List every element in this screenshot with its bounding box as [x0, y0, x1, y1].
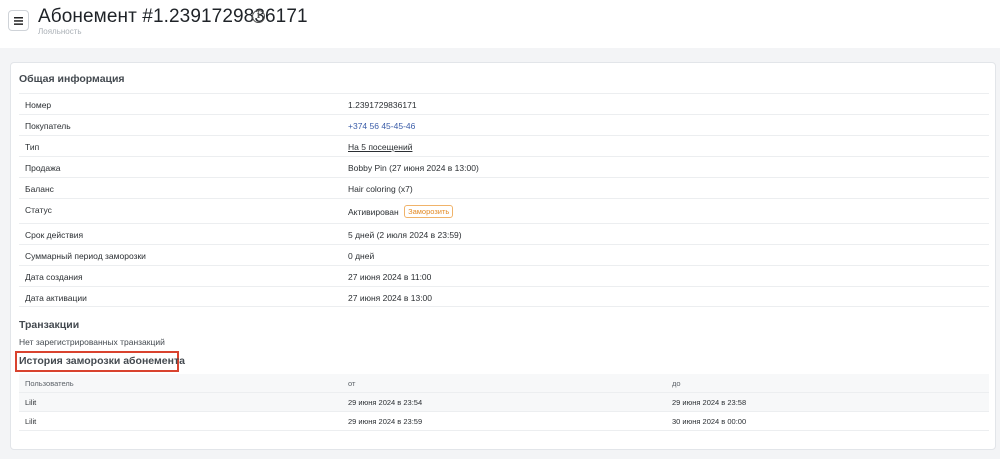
- hamburger-icon: [14, 16, 23, 25]
- info-icon[interactable]: i: [252, 10, 265, 23]
- info-label: Покупатель: [25, 121, 71, 131]
- table-row: Lilit 29 июня 2024 в 23:54 29 июня 2024 …: [19, 393, 989, 412]
- menu-button[interactable]: [8, 10, 29, 31]
- info-value: 5 дней (2 июля 2024 в 23:59): [348, 230, 462, 240]
- info-row-freeze-total: Суммарный период заморозки 0 дней: [19, 244, 989, 265]
- table-cell: 29 июня 2024 в 23:59: [348, 417, 423, 426]
- table-cell: Lilit: [25, 398, 37, 407]
- info-row-activated: Дата активации 27 июня 2024 в 13:00: [19, 286, 989, 307]
- freeze-history-header: Пользователь от до: [19, 374, 989, 393]
- info-value: Hair coloring (x7): [348, 184, 413, 194]
- info-label: Статус: [25, 205, 52, 215]
- table-cell: 29 июня 2024 в 23:54: [348, 398, 423, 407]
- table-cell: 30 июня 2024 в 00:00: [672, 417, 747, 426]
- info-row-number: Номер 1.2391729836171: [19, 93, 989, 114]
- info-label: Суммарный период заморозки: [25, 251, 146, 261]
- info-label: Дата активации: [25, 293, 87, 303]
- type-link[interactable]: На 5 посещений: [348, 142, 412, 152]
- general-info-title: Общая информация: [19, 73, 125, 85]
- buyer-phone-link[interactable]: +374 56 45-45-46: [348, 121, 415, 131]
- table-row: Lilit 29 июня 2024 в 23:59 30 июня 2024 …: [19, 412, 989, 431]
- page-title: Абонемент #1.2391729836171: [38, 6, 308, 27]
- freeze-history-title: История заморозки абонемента: [19, 355, 185, 367]
- table-cell: 29 июня 2024 в 23:58: [672, 398, 747, 407]
- info-label: Номер: [25, 100, 52, 110]
- subscription-card: Общая информация Номер 1.2391729836171 П…: [10, 62, 996, 450]
- info-row-type: Тип На 5 посещений: [19, 135, 989, 156]
- column-header-to[interactable]: до: [672, 379, 681, 388]
- info-label: Дата создания: [25, 272, 83, 282]
- info-row-sale: Продажа Bobby Pin (27 июня 2024 в 13:00): [19, 156, 989, 177]
- info-value: 27 июня 2024 в 13:00: [348, 293, 433, 303]
- table-cell: Lilit: [25, 417, 37, 426]
- info-value: 27 июня 2024 в 11:00: [348, 272, 432, 282]
- info-value: 1.2391729836171: [348, 100, 417, 110]
- column-header-user[interactable]: Пользователь: [25, 379, 74, 388]
- info-label: Тип: [25, 142, 40, 152]
- info-label: Баланс: [25, 184, 54, 194]
- info-value: 0 дней: [348, 251, 375, 261]
- breadcrumb: Лояльность: [38, 27, 82, 36]
- info-row-balance: Баланс Hair coloring (x7): [19, 177, 989, 198]
- transactions-title: Транзакции: [19, 319, 80, 331]
- info-row-created: Дата создания 27 июня 2024 в 11:00: [19, 265, 989, 286]
- info-label: Продажа: [25, 163, 61, 173]
- freeze-button[interactable]: Заморозить: [404, 205, 454, 218]
- status-text: Активирован: [348, 207, 399, 217]
- transactions-empty-text: Нет зарегистрированных транзакций: [19, 337, 165, 347]
- info-row-buyer: Покупатель +374 56 45-45-46: [19, 114, 989, 135]
- status-value: Активирован Заморозить: [348, 205, 454, 218]
- info-label: Срок действия: [25, 230, 84, 240]
- info-row-status: Статус Активирован Заморозить: [19, 198, 989, 223]
- info-row-validity: Срок действия 5 дней (2 июля 2024 в 23:5…: [19, 223, 989, 244]
- info-value: Bobby Pin (27 июня 2024 в 13:00): [348, 163, 479, 173]
- column-header-from[interactable]: от: [348, 379, 355, 388]
- top-bar: Абонемент #1.2391729836171 i Лояльность: [0, 0, 1000, 48]
